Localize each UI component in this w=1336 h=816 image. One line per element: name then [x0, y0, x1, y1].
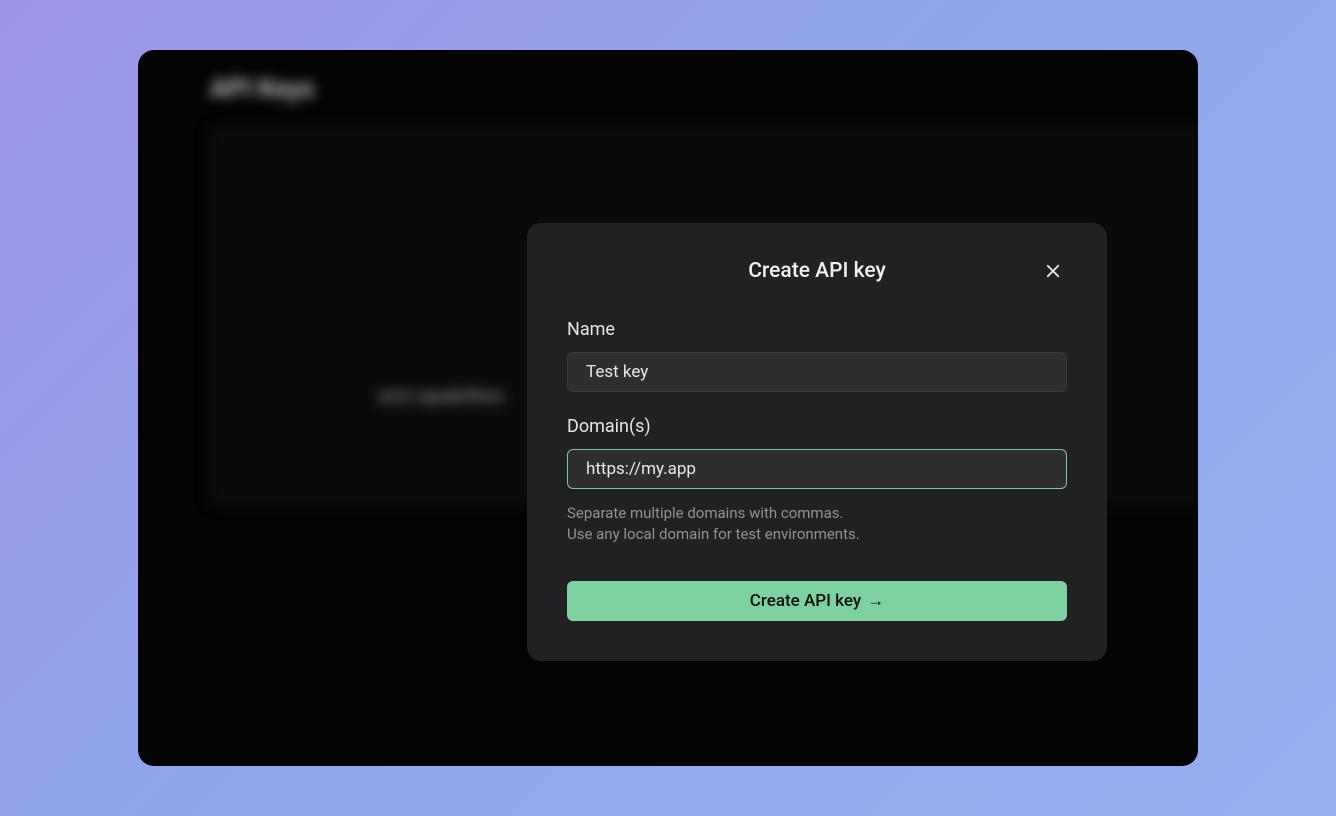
- modal-title: Create API key: [748, 259, 886, 283]
- close-icon: [1044, 262, 1062, 280]
- create-api-key-modal: Create API key Name Domain(s) Separate m…: [527, 223, 1107, 661]
- name-label: Name: [567, 319, 1067, 340]
- domains-field-group: Domain(s) Separate multiple domains with…: [567, 416, 1067, 545]
- domains-label: Domain(s): [567, 416, 1067, 437]
- name-field-group: Name: [567, 319, 1067, 392]
- domains-input[interactable]: [567, 449, 1067, 489]
- create-api-key-button[interactable]: Create API key →: [567, 581, 1067, 621]
- submit-label: Create API key: [750, 591, 861, 611]
- name-input[interactable]: [567, 352, 1067, 392]
- help-line-2: Use any local domain for test environmen…: [567, 524, 1067, 545]
- domains-help-text: Separate multiple domains with commas. U…: [567, 503, 1067, 545]
- close-button[interactable]: [1039, 257, 1067, 285]
- arrow-right-icon: →: [867, 591, 884, 611]
- modal-header: Create API key: [567, 259, 1067, 283]
- help-line-1: Separate multiple domains with commas.: [567, 503, 1067, 524]
- app-window: API Keys and capabilities Create API key…: [138, 50, 1198, 766]
